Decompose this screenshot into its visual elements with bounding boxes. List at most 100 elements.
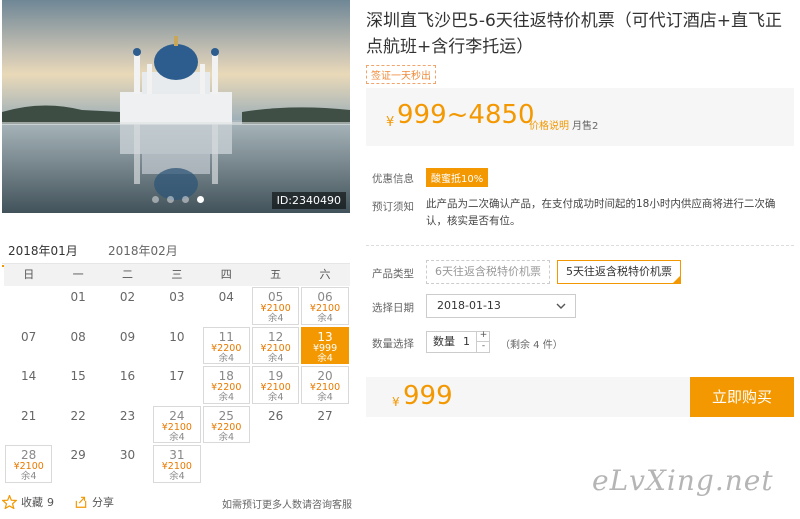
price-panel: ¥ 999~4850 价格说明 月售2: [366, 88, 794, 146]
calendar-day: 26: [251, 405, 300, 445]
day-remaining: 余4: [317, 313, 333, 324]
photo-id-label: ID:2340490: [271, 192, 346, 209]
product-type-option-6day[interactable]: 6天往返含税特价机票: [426, 260, 550, 284]
calendar-day-available[interactable]: 19 ¥2100 余4: [251, 365, 300, 405]
price-currency: ¥: [386, 115, 395, 130]
day-number: 11: [218, 329, 234, 344]
calendar-day-available[interactable]: 24 ¥2100 余4: [152, 405, 201, 445]
stock-remaining: （剩余 4 件）: [500, 340, 563, 351]
calendar-day: 21: [4, 405, 53, 445]
product-type-label: 5天往返含税特价机票: [566, 265, 672, 278]
calendar-day-available[interactable]: 05 ¥2100 余4: [251, 286, 300, 326]
consult-link[interactable]: 如需预订更多人数请咨询客服: [222, 496, 352, 511]
calendar-day-available[interactable]: 11 ¥2200 余4: [202, 326, 251, 366]
star-icon: [2, 495, 17, 509]
day-number: 02: [119, 290, 136, 304]
calendar-weekday-header: 日一二三四五六: [4, 264, 350, 286]
carousel-dot[interactable]: [182, 196, 189, 203]
share-icon: [75, 496, 87, 508]
date-label: 选择日期: [372, 302, 414, 314]
day-number: 19: [268, 369, 284, 384]
carousel-dots: [152, 196, 204, 203]
day-number: 23: [119, 408, 136, 423]
share-button[interactable]: 分享: [74, 494, 114, 510]
total-currency: ¥: [392, 395, 400, 409]
date-select[interactable]: 2018-01-13: [426, 294, 576, 318]
day-remaining: 余4: [218, 392, 235, 404]
product-photo[interactable]: ID:2340490: [2, 0, 350, 213]
total-amount: 999: [403, 381, 453, 411]
day-number: 07: [21, 329, 37, 344]
day-number: 28: [21, 448, 37, 463]
day-number: 12: [268, 329, 284, 344]
buy-now-button[interactable]: 立即购买: [690, 377, 794, 417]
calendar: 日 一 二 三 四 五 六 01 02 03 04 05 ¥2100 余4 06 ¥2100 余4 07 08 09…: [4, 264, 350, 484]
calendar-day: [4, 286, 53, 326]
calendar-day: 07: [4, 326, 53, 366]
day-remaining: 余4: [218, 352, 235, 364]
calendar-day: 29: [53, 444, 102, 484]
tab-month-feb[interactable]: 2018年02月: [102, 242, 184, 265]
day-remaining: 余4: [317, 392, 333, 404]
weekday-label: 日: [23, 268, 35, 281]
day-number: 29: [70, 448, 86, 463]
month-tabs: 2018年01月 2018年02月: [2, 238, 350, 267]
favorite-count: 9: [47, 495, 54, 509]
chevron-down-icon: [555, 295, 567, 324]
day-remaining: 余4: [169, 431, 185, 443]
calendar-day-available[interactable]: 20 ¥2100 余4: [300, 365, 349, 405]
watermark: eLvXing.net: [592, 464, 774, 497]
day-number: 21: [21, 408, 37, 423]
calendar-day: 22: [53, 405, 102, 445]
product-type-option-5day-selected[interactable]: 5天往返含税特价机票: [557, 260, 681, 284]
day-number: 16: [119, 369, 136, 384]
calendar-day: 30: [103, 444, 152, 484]
price-note-link[interactable]: 价格说明: [529, 117, 569, 132]
type-label: 产品类型: [372, 268, 414, 280]
selected-corner-icon: [673, 276, 680, 283]
day-number: 20: [317, 369, 333, 384]
day-number: 30: [119, 448, 136, 463]
day-number: 04: [218, 290, 234, 304]
promo-label: 优惠信息: [372, 173, 414, 185]
share-label: 分享: [92, 496, 114, 509]
calendar-day-available[interactable]: 25 ¥2200 余4: [202, 405, 251, 445]
quantity-decrease-button[interactable]: -: [476, 342, 490, 353]
carousel-dot-active[interactable]: [197, 196, 204, 203]
calendar-day-available[interactable]: 18 ¥2200 余4: [202, 365, 251, 405]
day-remaining: 余4: [267, 392, 284, 404]
product-title: 深圳直飞沙巴5-6天往返特价机票（可代订酒店+直飞正点航班+含行李托运）: [366, 11, 783, 57]
day-remaining: 余4: [20, 471, 37, 483]
calendar-day: 14: [4, 365, 53, 405]
day-remaining: 余4: [169, 471, 185, 483]
calendar-day: 03: [152, 286, 201, 326]
calendar-day: 01: [53, 286, 102, 326]
day-number: 22: [70, 408, 86, 423]
favorite-label: 收藏: [21, 496, 43, 509]
calendar-day: 08: [53, 326, 102, 366]
visa-tag: 签证一天秒出: [366, 65, 436, 84]
mosque-image: [2, 0, 350, 213]
carousel-dot[interactable]: [152, 196, 159, 203]
monthly-sold: 月售2: [572, 121, 599, 132]
day-remaining: 余4: [317, 352, 333, 364]
day-number: 08: [70, 329, 86, 344]
calendar-day-available[interactable]: 12 ¥2100 余4: [251, 326, 300, 366]
carousel-dot[interactable]: [167, 196, 174, 203]
weekday-label: 二: [121, 268, 133, 281]
promo-badge: 酸蜜抵10%: [426, 168, 489, 187]
day-number: 27: [317, 408, 333, 423]
calendar-grid: 01 02 03 04 05 ¥2100 余4 06 ¥2100 余4 07 08 09 10 11 ¥220…: [4, 286, 350, 484]
calendar-day: 16: [103, 365, 152, 405]
calendar-day-selected[interactable]: 13 ¥999 余4: [300, 326, 349, 366]
favorite-button[interactable]: 收藏 9: [2, 494, 54, 510]
calendar-day-available[interactable]: 06 ¥2100 余4: [300, 286, 349, 326]
price-range: 999~4850: [397, 100, 535, 130]
calendar-day-available[interactable]: 28 ¥2100 余4: [4, 444, 53, 484]
calendar-day: 17: [152, 365, 201, 405]
calendar-day: 10: [152, 326, 201, 366]
quantity-input[interactable]: 1: [463, 332, 470, 352]
calendar-day-available[interactable]: 31 ¥2100 余4: [152, 444, 201, 484]
day-number: 01: [70, 290, 86, 304]
day-number: 25: [218, 408, 234, 423]
